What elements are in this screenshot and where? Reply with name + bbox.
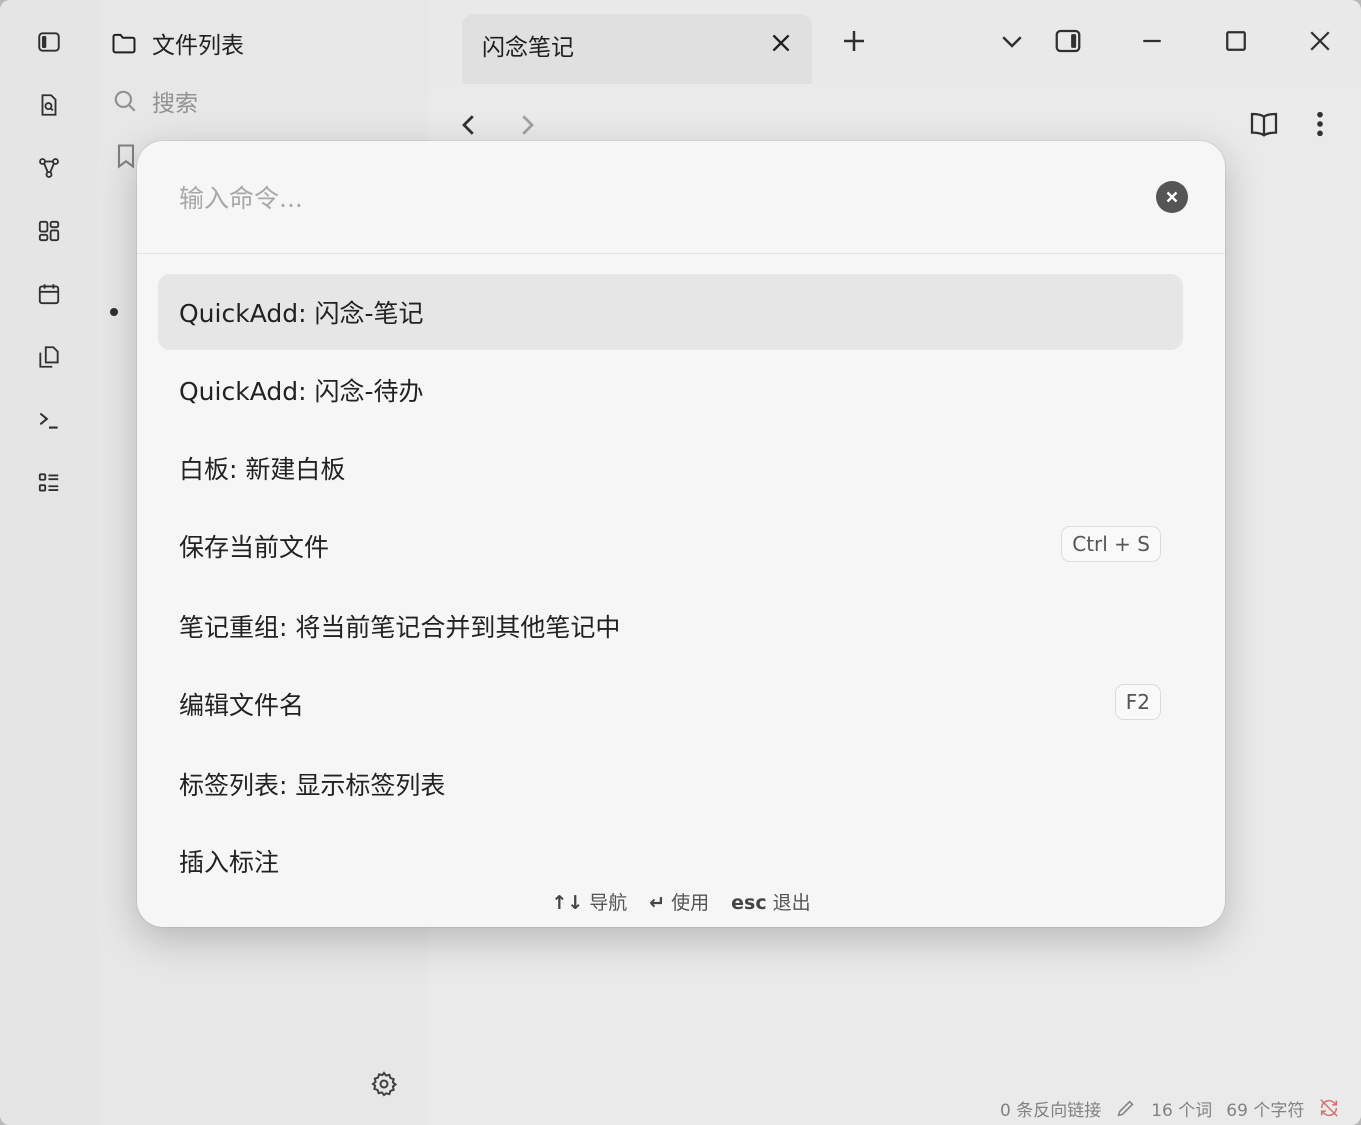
command-label: QuickAdd: 闪念-待办 [179,377,424,406]
command-label: 白板: 新建白板 [179,455,346,484]
instruction-use: ↵ 使用 [649,888,709,915]
command-item[interactable]: QuickAdd: 闪念-笔记 [158,274,1183,350]
command-label: 保存当前文件 [179,533,330,562]
instruction-esc: esc 退出 [731,888,810,915]
command-input[interactable] [177,175,1131,221]
command-item[interactable]: 编辑文件名 F2 [158,666,1183,742]
command-label: QuickAdd: 闪念-笔记 [179,299,424,328]
clear-input-close-icon[interactable] [1156,181,1188,213]
esc-label: 退出 [772,891,811,914]
navigate-key: ↑↓ [551,891,584,914]
use-label: 使用 [671,891,710,914]
command-label: 标签列表: 显示标签列表 [179,771,446,800]
command-palette: QuickAdd: 闪念-笔记 QuickAdd: 闪念-待办 白板: 新建白板… [137,141,1225,927]
command-input-area [137,141,1225,254]
command-item[interactable]: 白板: 新建白板 [158,430,1183,506]
palette-instructions: ↑↓ 导航 ↵ 使用 esc 退出 [137,883,1225,919]
navigate-label: 导航 [589,891,628,914]
command-label: 笔记重组: 将当前笔记合并到其他笔记中 [179,613,621,642]
use-key: ↵ [649,891,666,914]
command-item[interactable]: 保存当前文件 Ctrl + S [158,508,1183,584]
command-item[interactable]: 笔记重组: 将当前笔记合并到其他笔记中 [158,588,1183,664]
instruction-navigate: ↑↓ 导航 [551,888,627,915]
command-label: 插入标注 [179,848,280,877]
hotkey-badge: Ctrl + S [1061,526,1161,562]
command-item[interactable]: 标签列表: 显示标签列表 [158,746,1183,822]
esc-key: esc [731,891,767,914]
command-item[interactable]: QuickAdd: 闪念-待办 [158,352,1183,428]
app-window: 文件列表 搜索 闪念笔记 0 条反向链接 16 个词 69 个字符 输入命令..… [0,0,1361,1125]
hotkey-badge: F2 [1114,684,1161,720]
command-label: 编辑文件名 [179,691,305,720]
